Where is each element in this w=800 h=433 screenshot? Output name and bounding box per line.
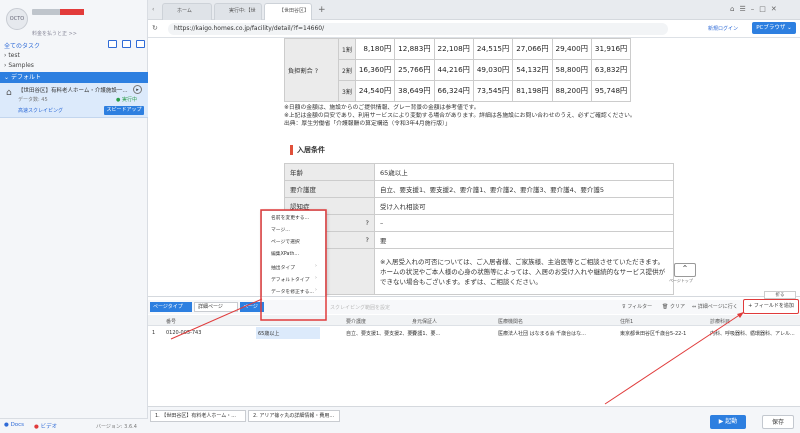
arrow-head (737, 312, 744, 318)
annotation-arrow (170, 298, 263, 340)
ctx-highlight-box (260, 209, 327, 321)
annotation-overlay (170, 209, 745, 405)
annotation-arrow (604, 311, 745, 405)
